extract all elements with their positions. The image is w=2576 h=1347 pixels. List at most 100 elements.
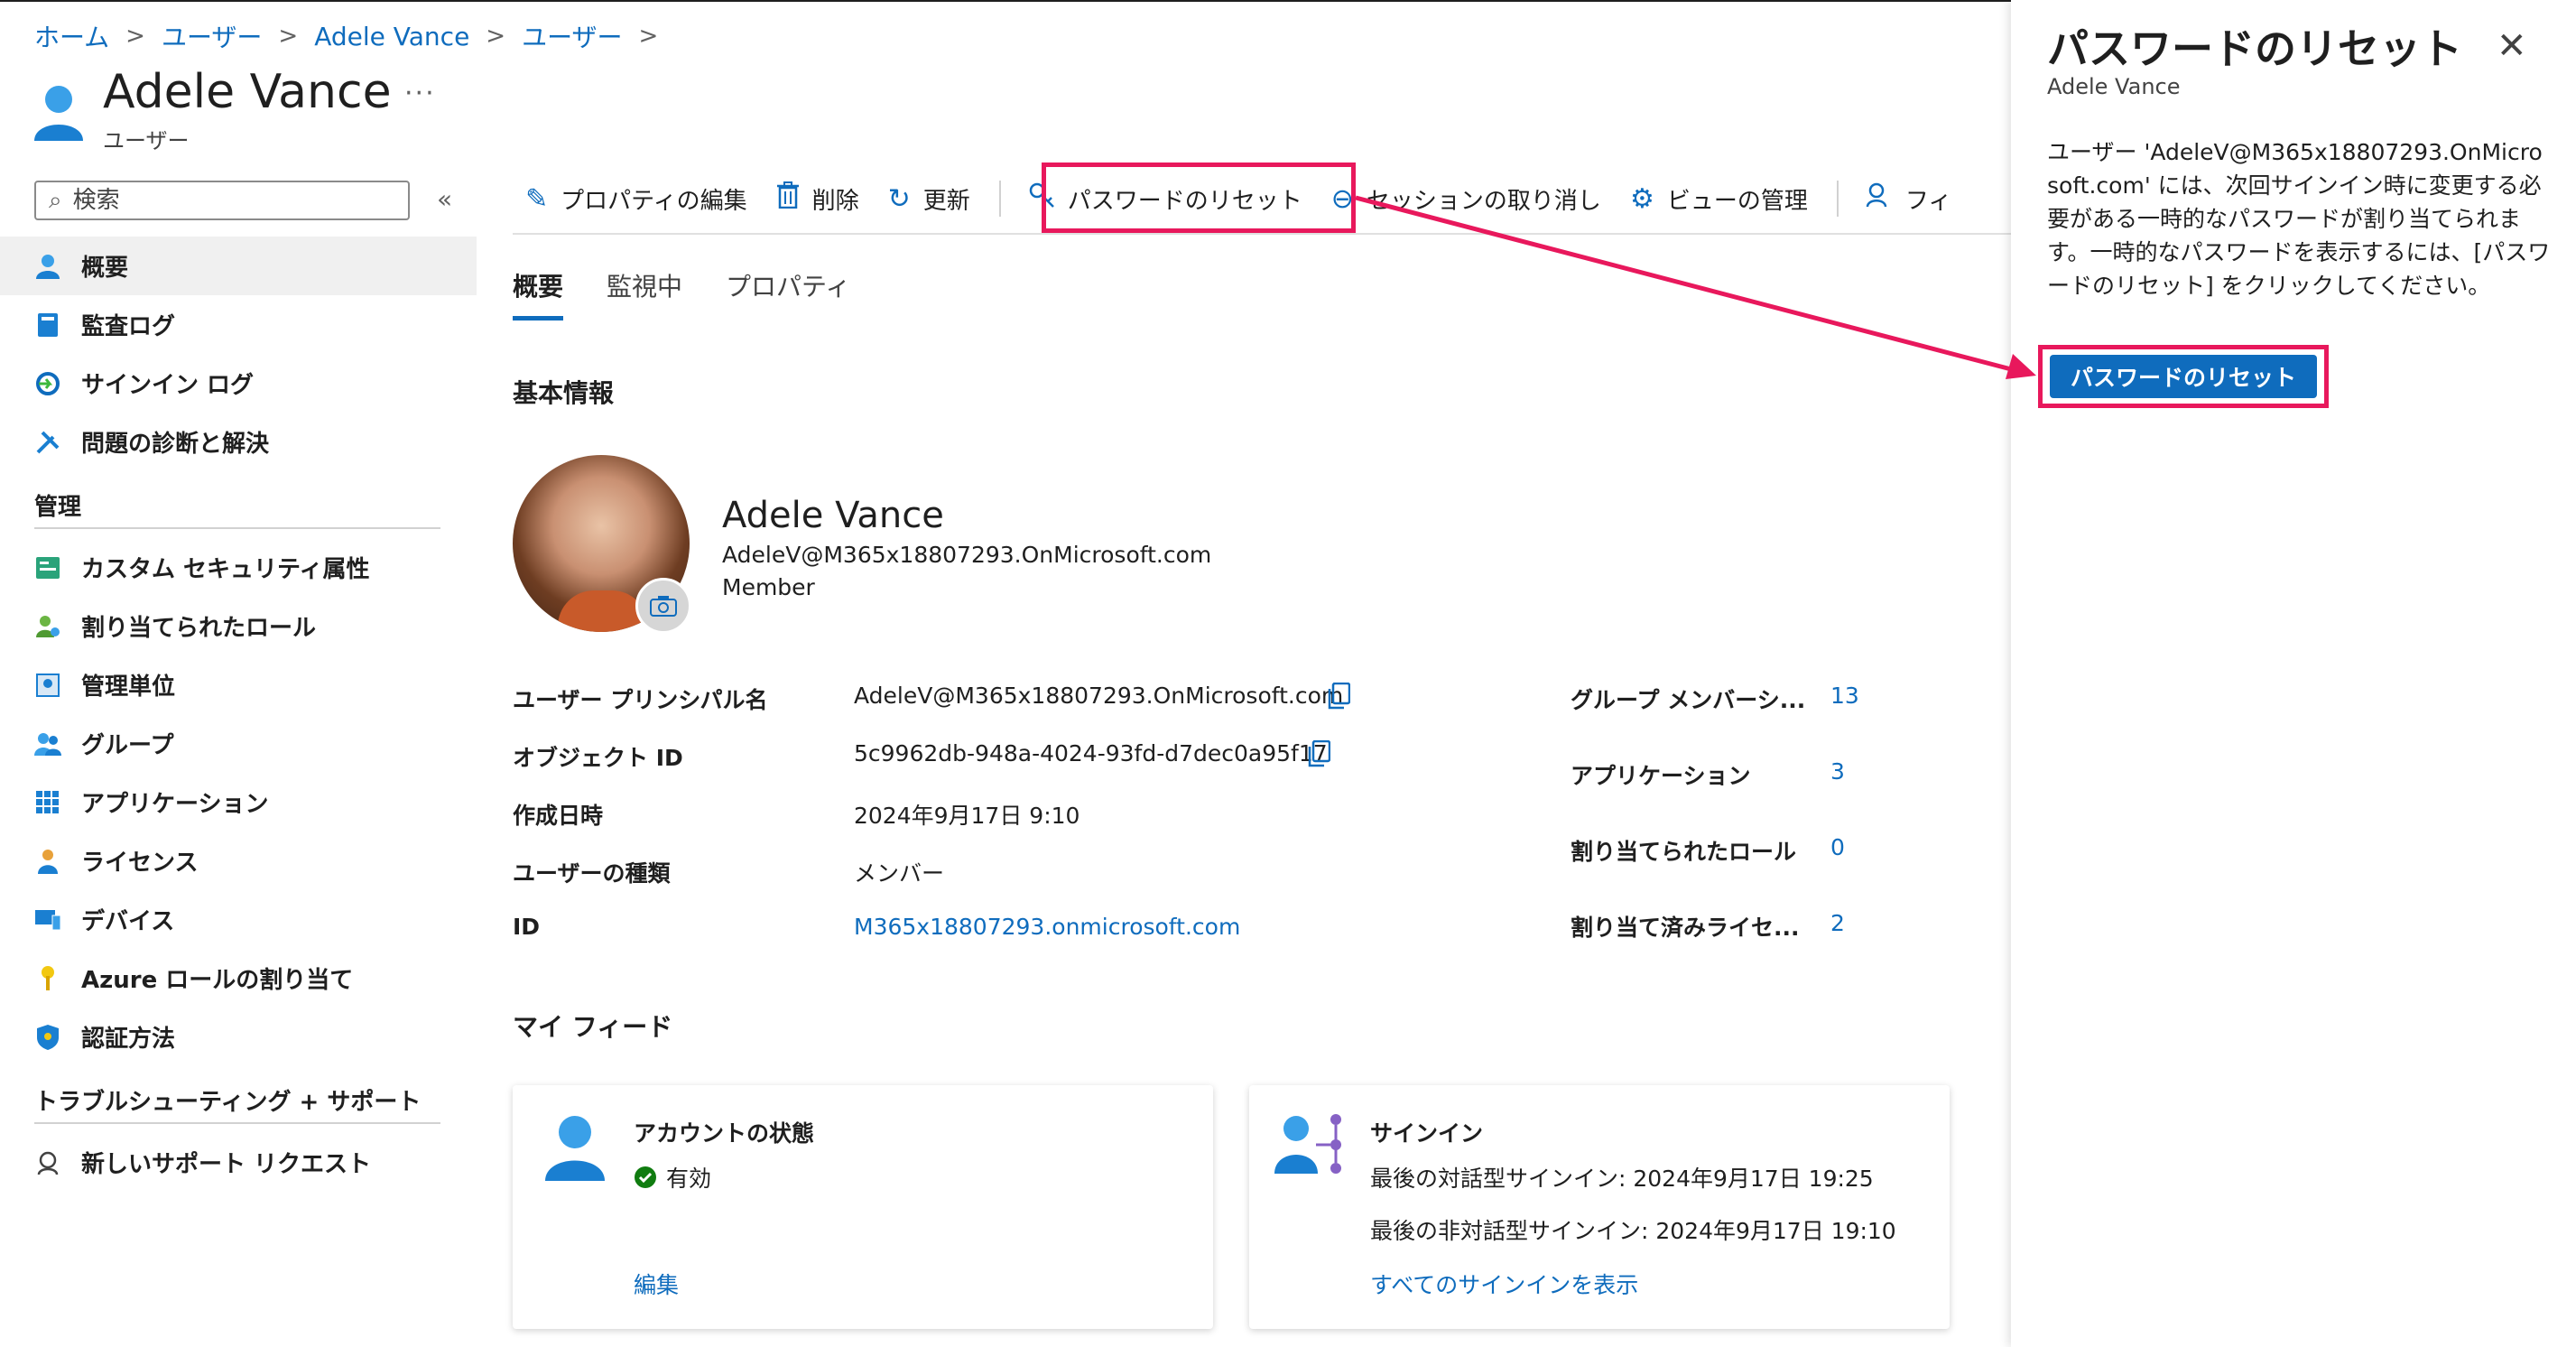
sidebar-item-label: アプリケーション <box>81 791 269 818</box>
revoke-sessions-button[interactable]: ⊖ セッションの取り消し <box>1331 182 1601 216</box>
reset-password-panel: パスワードのリセット Adele Vance ✕ ユーザー 'AdeleV@M3… <box>2011 0 2576 1347</box>
pencil-icon: ✎ <box>525 182 549 215</box>
sidebar-item-label: カスタム セキュリティ属性 <box>81 556 370 583</box>
page-subtitle: ユーザー <box>103 128 190 153</box>
panel-title: パスワードのリセット <box>2047 24 2462 73</box>
feedback-button[interactable]: フィ <box>1866 181 1951 216</box>
nav-section-manage: 管理 <box>34 494 82 521</box>
button-label: フィ <box>1904 187 1952 215</box>
button-label: 削除 <box>811 187 859 215</box>
breadcrumb: ホーム > ユーザー > Adele Vance > ユーザー > <box>34 18 674 54</box>
basic-info-heading: 基本情報 <box>513 378 615 408</box>
user-icon <box>34 86 83 141</box>
toolbar-divider <box>513 233 2011 235</box>
tab-properties[interactable]: プロパティ <box>726 267 850 320</box>
user-role: Member <box>722 574 815 600</box>
tab-monitoring[interactable]: 監視中 <box>607 267 682 320</box>
search-box[interactable]: ⌕ <box>34 181 410 220</box>
role-icon <box>34 613 61 640</box>
copy-icon[interactable] <box>1327 683 1350 710</box>
refresh-icon: ↻ <box>887 182 911 215</box>
sidebar-item-signin-logs[interactable]: サインイン ログ <box>0 354 477 413</box>
book-icon <box>34 311 61 339</box>
copy-icon[interactable] <box>1307 740 1330 767</box>
refresh-button[interactable]: ↻ 更新 <box>888 182 970 216</box>
reset-password-highlight <box>1042 163 1356 233</box>
sidebar-item-custom-security[interactable]: カスタム セキュリティ属性 <box>0 538 477 597</box>
stat-label-applications: アプリケーション <box>1571 763 1751 789</box>
breadcrumb-users[interactable]: ユーザー <box>162 18 262 54</box>
sidebar-item-label: デバイス <box>81 908 175 935</box>
last-interactive-signin: 最後の対話型サインイン: 2024年9月17日 19:25 <box>1370 1166 1874 1192</box>
user-icon <box>545 1116 605 1181</box>
breadcrumb-user[interactable]: Adele Vance <box>314 22 469 51</box>
account-status-card: アカウントの状態 有効 編集 <box>513 1085 1213 1329</box>
signin-icon <box>34 370 61 397</box>
search-input[interactable] <box>70 186 382 215</box>
prop-value-identity[interactable]: M365x18807293.onmicrosoft.com <box>854 914 1240 940</box>
sidebar-item-azure-roles[interactable]: Azure ロールの割り当て <box>0 949 477 1008</box>
stat-value-roles[interactable]: 0 <box>1830 834 1845 860</box>
more-options-button[interactable]: ··· <box>404 78 436 109</box>
sidebar-item-devices[interactable]: デバイス <box>0 890 477 949</box>
sidebar-item-groups[interactable]: グループ <box>0 714 477 773</box>
attribute-icon <box>34 554 61 581</box>
edit-properties-button[interactable]: ✎ プロパティの編集 <box>525 182 747 216</box>
toolbar-separator <box>998 181 1001 217</box>
chevron-right-icon: > <box>638 23 659 50</box>
user-name: Adele Vance <box>722 495 944 536</box>
signin-network-icon <box>1274 1114 1341 1174</box>
sidebar-item-label: 管理単位 <box>81 674 176 701</box>
divider <box>34 1122 440 1124</box>
sidebar-item-label: サインイン ログ <box>81 372 255 399</box>
sidebar-item-label: 割り当てられたロール <box>81 615 317 642</box>
stat-label-groups: グループ メンバーシ... <box>1571 687 1806 713</box>
close-icon[interactable]: ✕ <box>2497 25 2527 67</box>
button-label: プロパティの編集 <box>561 187 747 215</box>
sidebar-item-label: グループ <box>81 732 174 759</box>
support-icon <box>34 1149 61 1176</box>
sidebar-item-audit-logs[interactable]: 監査ログ <box>0 295 477 354</box>
signin-card: サインイン 最後の対話型サインイン: 2024年9月17日 19:25 最後の非… <box>1249 1085 1950 1329</box>
button-label: ビューの管理 <box>1666 187 1808 215</box>
breadcrumb-home[interactable]: ホーム <box>34 18 109 54</box>
feedback-icon <box>1866 181 1893 216</box>
user-icon <box>34 253 61 280</box>
view-all-signins-link[interactable]: すべてのサインインを表示 <box>1370 1268 1638 1300</box>
confirm-reset-password-button[interactable]: パスワードのリセット <box>2050 355 2317 398</box>
sidebar-item-label: 問題の診断と解決 <box>81 431 270 458</box>
stat-value-licenses[interactable]: 2 <box>1830 910 1845 936</box>
prop-label-identity: ID <box>513 914 541 940</box>
breadcrumb-users-2[interactable]: ユーザー <box>522 18 622 54</box>
delete-button[interactable]: 削除 <box>776 181 859 216</box>
sidebar-item-applications[interactable]: アプリケーション <box>0 773 477 831</box>
tab-overview[interactable]: 概要 <box>513 267 564 320</box>
stat-value-groups[interactable]: 13 <box>1830 683 1859 709</box>
toolbar-separator <box>1836 181 1839 217</box>
camera-icon[interactable] <box>635 578 691 634</box>
prop-value-upn: AdeleV@M365x18807293.OnMicrosoft.com <box>854 683 1344 709</box>
prop-label-object-id: オブジェクト ID <box>513 745 683 771</box>
sidebar-item-support-request[interactable]: 新しいサポート リクエスト <box>0 1133 477 1192</box>
chevron-right-icon: > <box>125 23 145 50</box>
stat-label-roles: 割り当てられたロール <box>1571 839 1797 865</box>
sidebar-item-diagnose[interactable]: 問題の診断と解決 <box>0 413 477 471</box>
sidebar-item-label: Azure ロールの割り当て <box>81 967 354 994</box>
prop-label-created: 作成日時 <box>513 803 604 829</box>
check-circle-icon <box>635 1166 656 1188</box>
user-email: AdeleV@M365x18807293.OnMicrosoft.com <box>722 542 1212 568</box>
panel-subtitle: Adele Vance <box>2047 74 2181 99</box>
wrench-icon <box>34 429 61 456</box>
sidebar-item-licenses[interactable]: ライセンス <box>0 831 477 890</box>
stat-value-applications[interactable]: 3 <box>1830 758 1845 785</box>
trash-icon <box>776 181 800 216</box>
sidebar-item-admin-units[interactable]: 管理単位 <box>0 655 477 714</box>
sidebar-item-overview[interactable]: 概要 <box>0 237 477 295</box>
card-title: アカウントの状態 <box>634 1120 815 1147</box>
license-icon <box>34 848 61 875</box>
collapse-sidebar-button[interactable]: « <box>437 184 452 214</box>
sidebar-item-assigned-roles[interactable]: 割り当てられたロール <box>0 597 477 655</box>
manage-view-button[interactable]: ⚙ ビューの管理 <box>1630 182 1808 216</box>
edit-link[interactable]: 編集 <box>634 1268 679 1300</box>
sidebar-item-auth-methods[interactable]: 認証方法 <box>0 1008 477 1066</box>
